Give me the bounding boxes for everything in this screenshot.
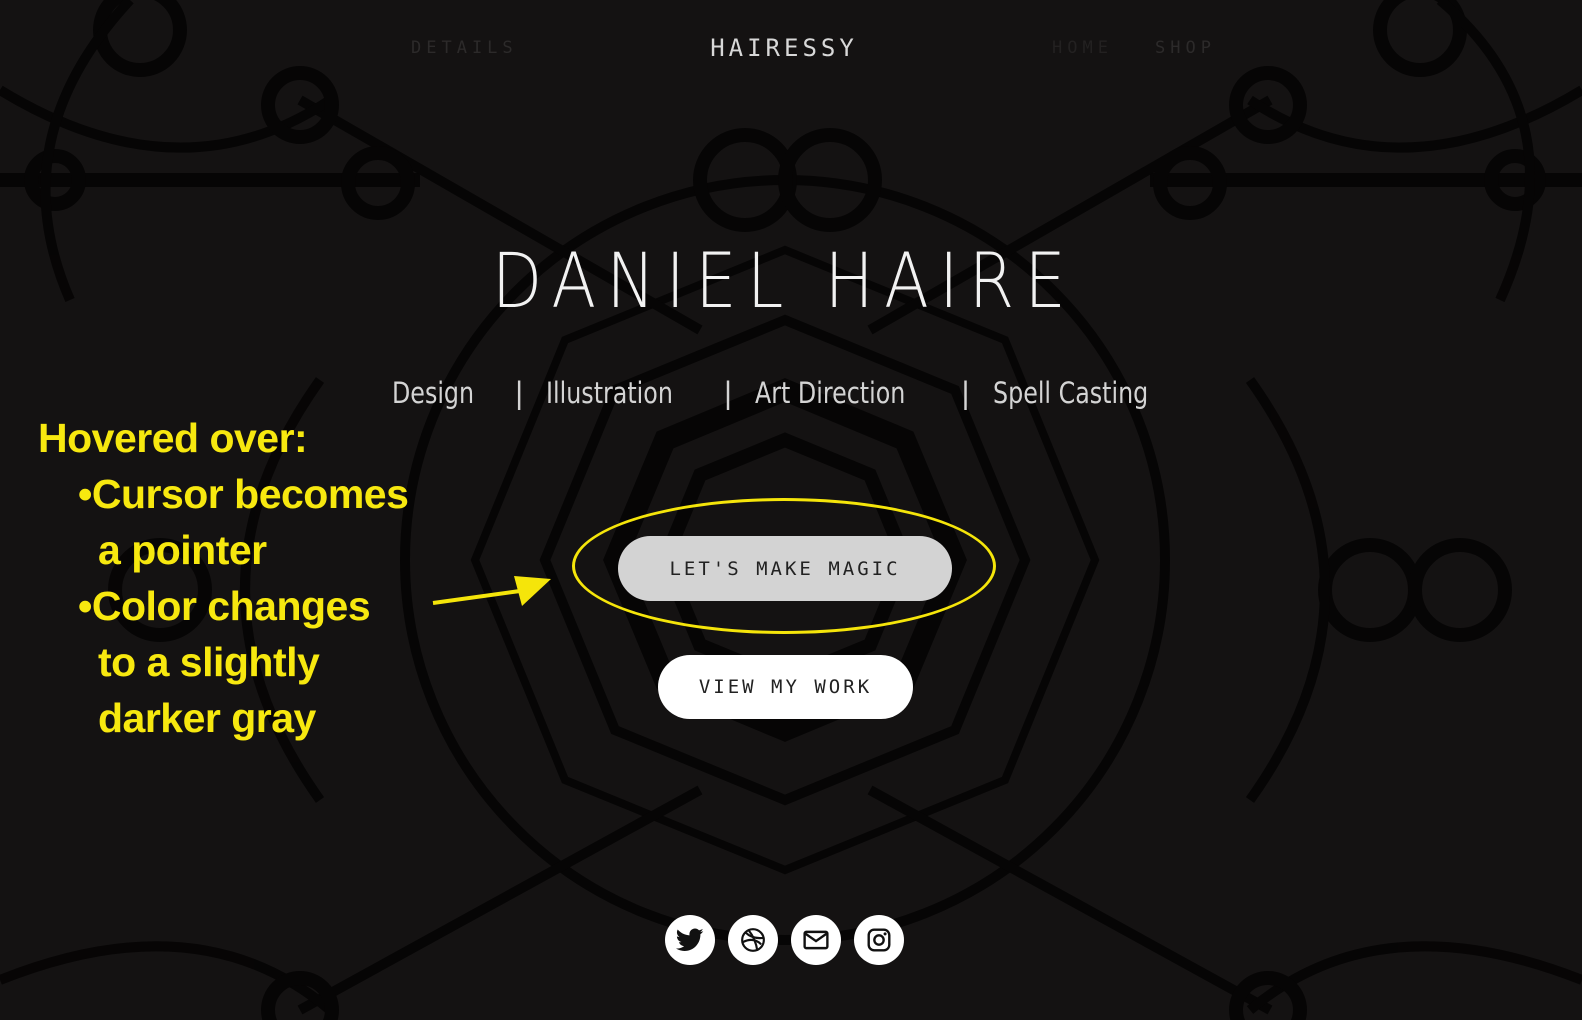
twitter-icon — [676, 928, 704, 951]
dribbble-link[interactable] — [728, 915, 778, 965]
instagram-icon — [867, 928, 891, 952]
mail-icon — [803, 930, 829, 950]
instagram-link[interactable] — [854, 915, 904, 965]
annotation-arrow-icon — [432, 576, 551, 606]
dribbble-icon — [741, 928, 765, 952]
email-link[interactable] — [791, 915, 841, 965]
twitter-link[interactable] — [665, 915, 715, 965]
social-links — [665, 915, 904, 965]
